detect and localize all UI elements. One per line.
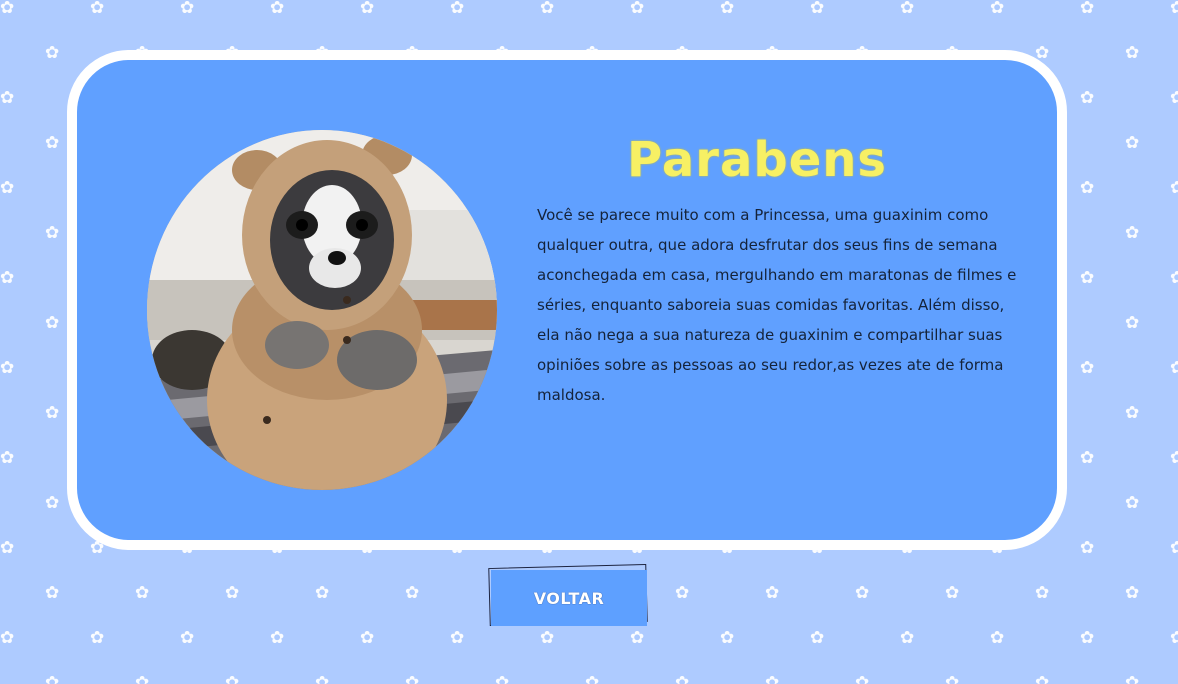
- paw-print-icon: ✿: [1035, 583, 1050, 603]
- paw-print-icon: ✿: [585, 673, 600, 684]
- paw-print-icon: ✿: [45, 133, 60, 153]
- paw-print-icon: ✿: [225, 673, 240, 684]
- paw-print-icon: ✿: [360, 0, 375, 18]
- paw-print-icon: ✿: [945, 583, 960, 603]
- paw-print-icon: ✿: [990, 0, 1005, 18]
- paw-print-icon: ✿: [1170, 358, 1178, 378]
- paw-print-icon: ✿: [720, 0, 735, 18]
- paw-print-icon: ✿: [765, 673, 780, 684]
- paw-print-icon: ✿: [810, 628, 825, 648]
- paw-print-icon: ✿: [1080, 178, 1095, 198]
- paw-print-icon: ✿: [1080, 358, 1095, 378]
- paw-print-icon: ✿: [1170, 628, 1178, 648]
- paw-print-icon: ✿: [855, 583, 870, 603]
- paw-print-icon: ✿: [1080, 268, 1095, 288]
- paw-print-icon: ✿: [0, 538, 15, 558]
- paw-print-icon: ✿: [1125, 223, 1140, 243]
- back-button[interactable]: VOLTAR: [491, 570, 647, 626]
- paw-print-icon: ✿: [360, 628, 375, 648]
- paw-print-icon: ✿: [90, 628, 105, 648]
- paw-print-icon: ✿: [1080, 88, 1095, 108]
- paw-print-icon: ✿: [1125, 583, 1140, 603]
- paw-print-icon: ✿: [675, 583, 690, 603]
- paw-print-icon: ✿: [1170, 538, 1178, 558]
- paw-print-icon: ✿: [135, 583, 150, 603]
- paw-print-icon: ✿: [1125, 403, 1140, 423]
- paw-print-icon: ✿: [945, 673, 960, 684]
- paw-print-icon: ✿: [540, 628, 555, 648]
- paw-print-icon: ✿: [1080, 0, 1095, 18]
- paw-print-icon: ✿: [1035, 673, 1050, 684]
- paw-print-icon: ✿: [270, 0, 285, 18]
- paw-print-icon: ✿: [1125, 493, 1140, 513]
- paw-print-icon: ✿: [720, 628, 735, 648]
- paw-print-icon: ✿: [1170, 178, 1178, 198]
- paw-print-icon: ✿: [45, 403, 60, 423]
- paw-print-icon: ✿: [0, 0, 15, 18]
- paw-print-icon: ✿: [1125, 313, 1140, 333]
- paw-print-icon: ✿: [1170, 0, 1178, 18]
- paw-print-icon: ✿: [450, 628, 465, 648]
- paw-print-icon: ✿: [540, 0, 555, 18]
- paw-print-icon: ✿: [990, 628, 1005, 648]
- paw-print-icon: ✿: [855, 673, 870, 684]
- paw-print-icon: ✿: [45, 313, 60, 333]
- paw-print-icon: ✿: [45, 493, 60, 513]
- paw-print-icon: ✿: [1170, 88, 1178, 108]
- back-button-wrapper: VOLTAR: [488, 563, 651, 628]
- paw-print-icon: ✿: [405, 673, 420, 684]
- paw-print-icon: ✿: [270, 628, 285, 648]
- paw-print-icon: ✿: [765, 583, 780, 603]
- paw-print-icon: ✿: [450, 0, 465, 18]
- paw-print-icon: ✿: [0, 358, 15, 378]
- result-title: Parabens: [627, 132, 887, 188]
- paw-print-icon: ✿: [180, 628, 195, 648]
- paw-print-icon: ✿: [0, 268, 15, 288]
- paw-print-icon: ✿: [1080, 448, 1095, 468]
- paw-print-icon: ✿: [900, 0, 915, 18]
- paw-print-icon: ✿: [675, 673, 690, 684]
- paw-print-icon: ✿: [45, 43, 60, 63]
- paw-print-icon: ✿: [225, 583, 240, 603]
- paw-print-icon: ✿: [1170, 448, 1178, 468]
- raccoon-photo: [147, 130, 497, 490]
- paw-print-icon: ✿: [0, 88, 15, 108]
- paw-print-icon: ✿: [45, 223, 60, 243]
- paw-print-icon: ✿: [1080, 538, 1095, 558]
- paw-print-icon: ✿: [810, 0, 825, 18]
- paw-print-icon: ✿: [0, 448, 15, 468]
- paw-print-icon: ✿: [495, 673, 510, 684]
- paw-print-icon: ✿: [0, 628, 15, 648]
- result-card: Parabens Você se parece muito com a Prin…: [67, 50, 1067, 550]
- paw-print-icon: ✿: [630, 628, 645, 648]
- paw-print-icon: ✿: [315, 673, 330, 684]
- paw-print-icon: ✿: [1125, 43, 1140, 63]
- paw-print-icon: ✿: [1170, 268, 1178, 288]
- paw-print-icon: ✿: [405, 583, 420, 603]
- paw-print-icon: ✿: [1080, 628, 1095, 648]
- paw-print-icon: ✿: [45, 673, 60, 684]
- paw-print-icon: ✿: [0, 178, 15, 198]
- paw-print-icon: ✿: [135, 673, 150, 684]
- paw-print-icon: ✿: [315, 583, 330, 603]
- paw-print-icon: ✿: [90, 0, 105, 18]
- result-description: Você se parece muito com a Princessa, um…: [537, 206, 1017, 404]
- paw-print-icon: ✿: [1125, 133, 1140, 153]
- paw-print-icon: ✿: [45, 583, 60, 603]
- paw-print-icon: ✿: [1125, 673, 1140, 684]
- paw-print-icon: ✿: [180, 0, 195, 18]
- paw-print-icon: ✿: [630, 0, 645, 18]
- paw-print-icon: ✿: [900, 628, 915, 648]
